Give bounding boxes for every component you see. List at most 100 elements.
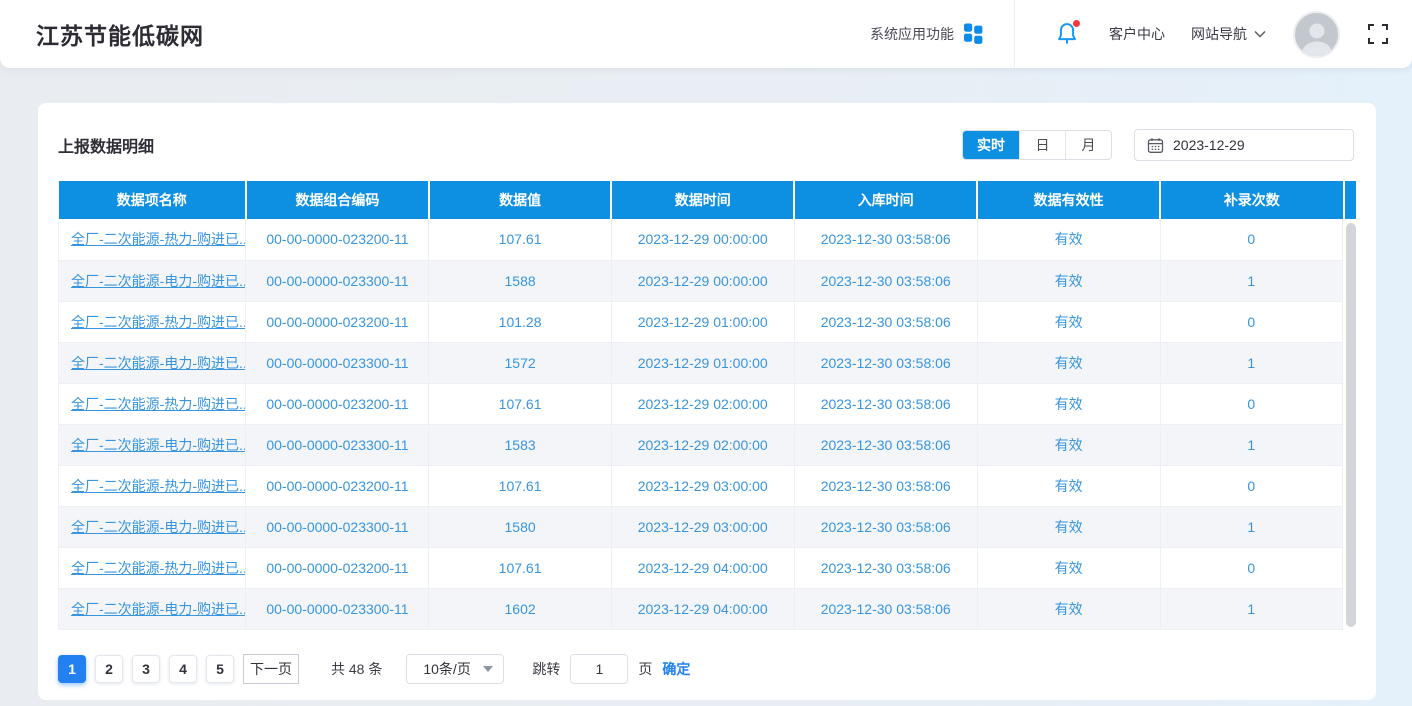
cell-supplement-count: 0 <box>1160 219 1342 260</box>
cell-data-validity: 有效 <box>977 424 1160 465</box>
system-functions-label: 系统应用功能 <box>870 24 954 44</box>
cell-supplement-count: 0 <box>1160 547 1342 588</box>
cell-storage-time: 2023-12-30 03:58:06 <box>794 219 977 260</box>
cell-supplement-count: 1 <box>1160 588 1342 629</box>
page-button-3[interactable]: 3 <box>132 655 160 683</box>
table-row: 全厂-二次能源-热力-购进已...00-00-0000-023200-11107… <box>59 547 1343 588</box>
data-item-link[interactable]: 全厂-二次能源-电力-购进已... <box>71 355 246 371</box>
tab-month[interactable]: 月 <box>1065 131 1111 159</box>
page-button-2[interactable]: 2 <box>95 655 123 683</box>
cell-data-value: 107.61 <box>429 547 611 588</box>
data-item-link[interactable]: 全厂-二次能源-热力-购进已... <box>71 231 246 247</box>
data-item-link[interactable]: 全厂-二次能源-电力-购进已... <box>71 437 246 453</box>
brand-title: 江苏节能低碳网 <box>36 17 204 51</box>
cell-storage-time: 2023-12-30 03:58:06 <box>794 547 977 588</box>
cell-data-time: 2023-12-29 00:00:00 <box>611 219 794 260</box>
cell-data-time: 2023-12-29 01:00:00 <box>611 342 794 383</box>
page-size-select[interactable]: 10条/页 <box>406 654 504 684</box>
calendar-icon <box>1147 137 1164 154</box>
cell-data-combo-code: 00-00-0000-023200-11 <box>246 547 429 588</box>
cell-data-item-name: 全厂-二次能源-热力-购进已... <box>59 301 246 342</box>
system-functions-button[interactable]: 系统应用功能 <box>870 22 984 47</box>
cell-data-item-name: 全厂-二次能源-热力-购进已... <box>59 465 246 506</box>
cell-storage-time: 2023-12-30 03:58:06 <box>794 424 977 465</box>
cell-data-time: 2023-12-29 00:00:00 <box>611 260 794 301</box>
main-panel: 上报数据明细 实时 日 月 2023-12-29 <box>38 103 1376 700</box>
col-header-supplement-count: 补录次数 <box>1160 181 1342 219</box>
tab-day[interactable]: 日 <box>1019 131 1065 159</box>
date-picker[interactable]: 2023-12-29 <box>1134 129 1354 161</box>
filter-controls: 实时 日 月 2023-12-29 <box>962 129 1354 161</box>
cell-data-combo-code: 00-00-0000-023300-11 <box>246 424 429 465</box>
cell-data-time: 2023-12-29 02:00:00 <box>611 383 794 424</box>
cell-data-time: 2023-12-29 04:00:00 <box>611 588 794 629</box>
cell-storage-time: 2023-12-30 03:58:06 <box>794 465 977 506</box>
cell-supplement-count: 1 <box>1160 342 1342 383</box>
table-row: 全厂-二次能源-热力-购进已...00-00-0000-023200-11107… <box>59 465 1343 506</box>
cell-data-combo-code: 00-00-0000-023300-11 <box>246 342 429 383</box>
site-nav-label: 网站导航 <box>1191 24 1247 44</box>
bell-icon <box>1053 35 1081 52</box>
cell-data-item-name: 全厂-二次能源-热力-购进已... <box>59 383 246 424</box>
date-value: 2023-12-29 <box>1173 137 1245 153</box>
notification-badge <box>1073 20 1080 27</box>
customer-center-link[interactable]: 客户中心 <box>1109 24 1165 44</box>
cell-storage-time: 2023-12-30 03:58:06 <box>794 588 977 629</box>
cell-supplement-count: 0 <box>1160 301 1342 342</box>
data-item-link[interactable]: 全厂-二次能源-热力-购进已... <box>71 314 246 330</box>
tab-realtime[interactable]: 实时 <box>963 131 1019 159</box>
next-page-button[interactable]: 下一页 <box>243 654 299 684</box>
cell-data-validity: 有效 <box>977 301 1160 342</box>
cell-data-value: 101.28 <box>429 301 611 342</box>
cell-data-validity: 有效 <box>977 219 1160 260</box>
cell-data-combo-code: 00-00-0000-023200-11 <box>246 383 429 424</box>
data-table-wrap: 数据项名称 数据组合编码 数据值 数据时间 入库时间 数据有效性 补录次数 全厂… <box>58 181 1356 630</box>
cell-supplement-count: 1 <box>1160 260 1342 301</box>
cell-supplement-count: 1 <box>1160 506 1342 547</box>
data-item-link[interactable]: 全厂-二次能源-电力-购进已... <box>71 519 246 535</box>
nav-divider <box>1014 0 1015 68</box>
data-item-link[interactable]: 全厂-二次能源-热力-购进已... <box>71 396 246 412</box>
page-button-1[interactable]: 1 <box>58 655 86 683</box>
top-nav: 江苏节能低碳网 系统应用功能 客户中 <box>0 0 1412 68</box>
col-header-data-item-name: 数据项名称 <box>59 181 246 219</box>
data-item-link[interactable]: 全厂-二次能源-电力-购进已... <box>71 273 246 289</box>
confirm-jump-button[interactable]: 确定 <box>662 659 690 679</box>
cell-storage-time: 2023-12-30 03:58:06 <box>794 383 977 424</box>
cell-data-validity: 有效 <box>977 506 1160 547</box>
cell-data-validity: 有效 <box>977 588 1160 629</box>
fullscreen-button[interactable] <box>1366 22 1390 46</box>
notification-bell-button[interactable] <box>1053 20 1081 48</box>
jump-page-input[interactable] <box>570 654 628 684</box>
table-row: 全厂-二次能源-电力-购进已...00-00-0000-023300-11160… <box>59 588 1343 629</box>
cell-data-item-name: 全厂-二次能源-热力-购进已... <box>59 219 246 260</box>
data-item-link[interactable]: 全厂-二次能源-热力-购进已... <box>71 478 246 494</box>
apps-grid-icon <box>963 22 984 47</box>
user-avatar[interactable] <box>1293 11 1340 58</box>
jump-label: 跳转 <box>532 659 560 679</box>
table-body: 全厂-二次能源-热力-购进已...00-00-0000-023200-11107… <box>59 219 1343 629</box>
fullscreen-icon <box>1366 22 1390 46</box>
cell-supplement-count: 0 <box>1160 383 1342 424</box>
cell-data-value: 107.61 <box>429 383 611 424</box>
customer-center-label: 客户中心 <box>1109 24 1165 44</box>
page-button-5[interactable]: 5 <box>206 655 234 683</box>
page-button-4[interactable]: 4 <box>169 655 197 683</box>
table-row: 全厂-二次能源-热力-购进已...00-00-0000-023200-11101… <box>59 301 1343 342</box>
cell-data-combo-code: 00-00-0000-023300-11 <box>246 588 429 629</box>
pagination-bar: 12345 下一页 共 48 条 10条/页 跳转 页 确定 <box>58 654 1356 684</box>
cell-data-value: 107.61 <box>429 465 611 506</box>
cell-data-time: 2023-12-29 01:00:00 <box>611 301 794 342</box>
cell-data-time: 2023-12-29 03:00:00 <box>611 506 794 547</box>
person-icon <box>1297 18 1337 56</box>
data-item-link[interactable]: 全厂-二次能源-电力-购进已... <box>71 601 246 617</box>
table-scrollbar-thumb[interactable] <box>1346 223 1356 627</box>
col-header-data-value: 数据值 <box>429 181 611 219</box>
cell-data-item-name: 全厂-二次能源-电力-购进已... <box>59 506 246 547</box>
cell-data-validity: 有效 <box>977 547 1160 588</box>
site-nav-link[interactable]: 网站导航 <box>1191 24 1267 44</box>
chevron-down-icon <box>1253 26 1267 42</box>
cell-supplement-count: 1 <box>1160 424 1342 465</box>
data-item-link[interactable]: 全厂-二次能源-热力-购进已... <box>71 560 246 576</box>
table-row: 全厂-二次能源-电力-购进已...00-00-0000-023300-11158… <box>59 424 1343 465</box>
